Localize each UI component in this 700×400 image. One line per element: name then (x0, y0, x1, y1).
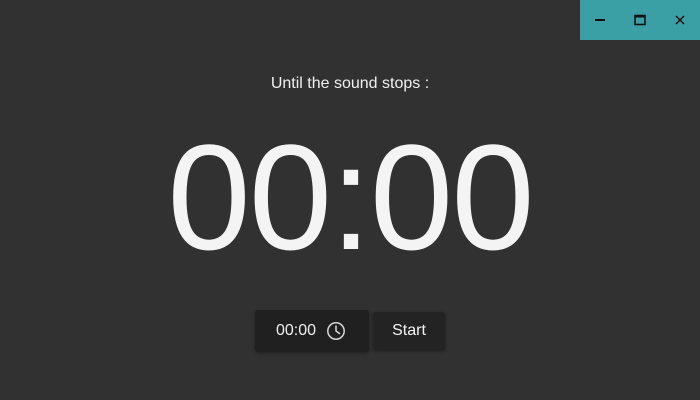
time-picker-input[interactable]: 00:00 (255, 310, 369, 352)
time-picker-value: 00:00 (276, 322, 317, 339)
clock-icon[interactable] (326, 321, 346, 341)
close-icon (675, 15, 685, 25)
timer-controls: 00:00 Start (255, 310, 445, 352)
maximize-button[interactable] (620, 0, 660, 40)
timer-display: 00:00 (167, 113, 534, 281)
start-button[interactable]: Start (373, 312, 445, 350)
minimize-button[interactable] (580, 0, 620, 40)
window-controls (580, 0, 700, 40)
close-button[interactable] (660, 0, 700, 40)
minimize-icon (595, 19, 605, 21)
timer-subtitle: Until the sound stops : (270, 75, 430, 92)
maximize-icon (634, 14, 646, 26)
